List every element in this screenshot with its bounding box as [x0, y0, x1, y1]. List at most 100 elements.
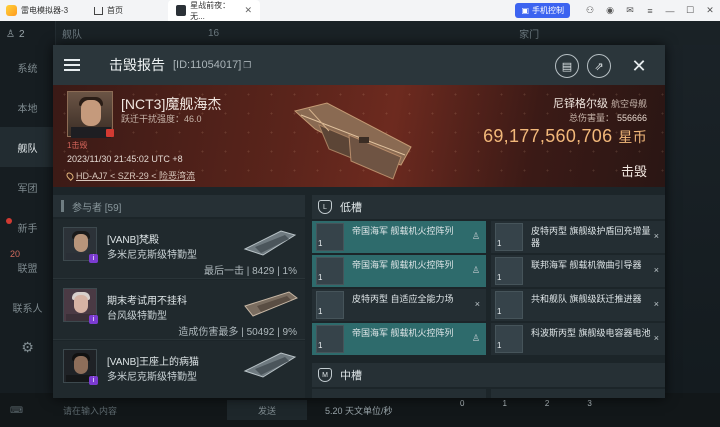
kill-location[interactable]: HD-AJ7 < SZR-29 < 险恶湾流 [65, 169, 195, 182]
hotkey-0[interactable]: 0 [460, 399, 464, 408]
keyboard-icon[interactable]: ⌨ [10, 405, 23, 416]
sidebar-item-newbie[interactable]: 新手 [0, 207, 55, 247]
sidebar-settings[interactable]: ⚙ [0, 327, 55, 367]
user-icon[interactable]: ◉ [600, 5, 620, 16]
tab-close-icon[interactable]: ✕ [244, 5, 252, 16]
hotkey-numbers: 0 1 2 3 [460, 399, 592, 408]
location-pin-icon [65, 170, 75, 181]
chat-input[interactable]: 请在输入内容 [63, 404, 213, 417]
module-name: 帝国海军 舰载机火控阵列 [352, 226, 454, 236]
module-item[interactable]: 1 共和舰队 旗舰级跃迁推进器 × [491, 289, 665, 321]
sidebar-people-count: 2 [18, 28, 25, 40]
module-quantity: 1 [318, 239, 323, 248]
hamburger-menu-icon[interactable] [53, 45, 91, 85]
hotkey-3[interactable]: 3 [587, 399, 591, 408]
module-item[interactable]: 1 帝国海军 舰载机火控阵列 ♙ [312, 323, 486, 355]
participant-row[interactable]: i [VANB]梵殿 多米尼克斯级特勤型 最后一击 | 8429 | 1% [53, 219, 305, 279]
participant-name: [VANB]王座上的病猫 [107, 357, 200, 368]
mid-slot-header: M 中槽 [312, 363, 665, 387]
report-id: [ID:11054017] [173, 59, 242, 71]
emulator-titlebar: 雷电模拟器-3 首页 星战前夜：无... ✕ ▣ 手机控制 ⚇ ◉ ✉ ≡ — … [0, 0, 720, 21]
mail-icon[interactable]: ✉ [620, 5, 640, 16]
maximize-icon[interactable]: ☐ [680, 5, 700, 16]
send-button[interactable]: 发送 [227, 400, 307, 420]
hotkey-2[interactable]: 2 [545, 399, 549, 408]
participant-tag-icon: i [89, 315, 98, 324]
victim-badge-icon [106, 129, 114, 137]
victim-name[interactable]: [NCT3]魔舰海杰 [121, 94, 221, 114]
module-quantity: 1 [497, 239, 502, 248]
module-item[interactable]: 1 帝国海军 舰载机火控阵列 ♙ [312, 221, 486, 253]
minimize-icon[interactable]: — [660, 6, 680, 16]
tab-home[interactable]: 首页 [86, 0, 172, 21]
mid-slot-label: 中槽 [340, 370, 362, 382]
sidebar-badge: 20 [10, 249, 21, 259]
participants-label: 参与者 [59] [72, 202, 122, 214]
sidebar-item-label: 联盟 [17, 263, 38, 275]
destroyed-icon: × [653, 333, 659, 343]
modal-title: 击毁报告 [109, 57, 165, 73]
share-button[interactable]: ⇗ [587, 54, 611, 78]
module-item[interactable]: 1 皮特丙型 自适应全能力场 × [312, 289, 486, 321]
sidebar-item-local[interactable]: 本地 [0, 87, 55, 127]
sidebar-item-label: 军团 [17, 183, 38, 195]
module-item[interactable]: 1 科波斯丙型 旗舰级电容器电池 × [491, 323, 665, 355]
sidebar-item-label: 新手 [17, 223, 38, 235]
menu-icon[interactable]: ≡ [640, 6, 660, 16]
participant-row[interactable]: i 期末考试用不挂科 台风级特勤型 造成伤害最多 | 50492 | 9% [53, 280, 305, 340]
participant-ship-image [243, 352, 297, 378]
participant-stat: 造成伤害最多 | 50492 | 9% [178, 323, 297, 338]
participant-ship: 多米尼克斯级特勤型 [107, 250, 197, 261]
emulator-logo-icon [6, 5, 17, 16]
participant-tag-icon: i [89, 254, 98, 263]
participant-ship-image [244, 291, 299, 317]
low-slot-label: 低槽 [340, 202, 362, 214]
destroyed-icon: × [653, 299, 659, 309]
sidebar-item-corp[interactable]: 军团 [0, 167, 55, 207]
module-item[interactable]: 1 联邦海军 舰载机微曲引导器 × [491, 255, 665, 287]
tab-home-label: 首页 [107, 6, 123, 15]
module-item[interactable]: 1 帝国海军 舰载机火控阵列 ♙ [312, 255, 486, 287]
sidebar-item-fleet[interactable]: 舰队 [0, 127, 55, 167]
phone-control-label: 手机控制 [532, 6, 564, 15]
low-slot-header: L 低槽 [312, 195, 665, 219]
home-icon [94, 6, 103, 15]
kill-report-modal: 击毁报告 [ID:11054017] ❐ ▤ ⇗ ✕ [NCT3]魔舰海杰 跃迁… [53, 45, 665, 398]
person-icon: ♙ [471, 265, 480, 275]
security-label: 跃迁干扰强度： [121, 114, 185, 124]
close-window-icon[interactable]: ✕ [700, 5, 720, 16]
module-item-partial[interactable] [491, 389, 665, 398]
participant-row[interactable]: i [VANB]王座上的病猫 多米尼克斯级特勤型 [53, 341, 305, 398]
module-name: 皮特丙型 自适应全能力场 [352, 294, 454, 304]
victim-kill-count: 1击毁 [67, 141, 88, 150]
participant-ship-image [243, 230, 297, 256]
close-icon: ✕ [631, 55, 647, 76]
module-quantity: 1 [497, 307, 502, 316]
phone-control-button[interactable]: ▣ 手机控制 [515, 3, 570, 18]
fleet-top-label: 舰队 [62, 29, 82, 41]
gamepad-icon[interactable]: ⚇ [580, 5, 600, 16]
clipboard-button[interactable]: ▤ [555, 54, 579, 78]
loss-value-unit: 星币 [618, 129, 647, 145]
copy-icon[interactable]: ❐ [243, 60, 251, 71]
sidebar-item-contacts[interactable]: 联系人 [0, 287, 55, 327]
hotkey-1[interactable]: 1 [502, 399, 506, 408]
sidebar-item-system[interactable]: 系统 [0, 47, 55, 87]
module-name: 科波斯丙型 旗舰级电容器电池 [531, 328, 651, 338]
sidebar-item-label: 系统 [17, 63, 38, 75]
modal-header: 击毁报告 [ID:11054017] ❐ ▤ ⇗ ✕ [53, 45, 665, 85]
phone-icon: ▣ [521, 6, 529, 15]
carrier-ship-image [293, 102, 412, 180]
victim-security: 跃迁干扰强度：46.0 [121, 112, 202, 125]
module-item[interactable]: 1 皮特丙型 旗舰级护盾回充增量器 × [491, 221, 665, 253]
mid-slot-icon: M [318, 368, 332, 382]
sidebar-item-label: 联系人 [12, 303, 43, 315]
tab-game[interactable]: 星战前夜：无... ✕ [168, 0, 260, 21]
module-item-partial[interactable] [312, 389, 486, 398]
sidebar-item-alliance[interactable]: 20 联盟 [0, 247, 55, 287]
participants-header: 参与者 [59] [53, 195, 305, 217]
loss-value-number: 69,177,560,706 [483, 126, 613, 146]
chat-bar: ⌨ 请在输入内容 发送 5.20 天文单位/秒 0 1 2 3 [0, 393, 720, 427]
sidebar-header: ♙ 2 [0, 21, 55, 47]
close-button[interactable]: ✕ [627, 54, 651, 78]
